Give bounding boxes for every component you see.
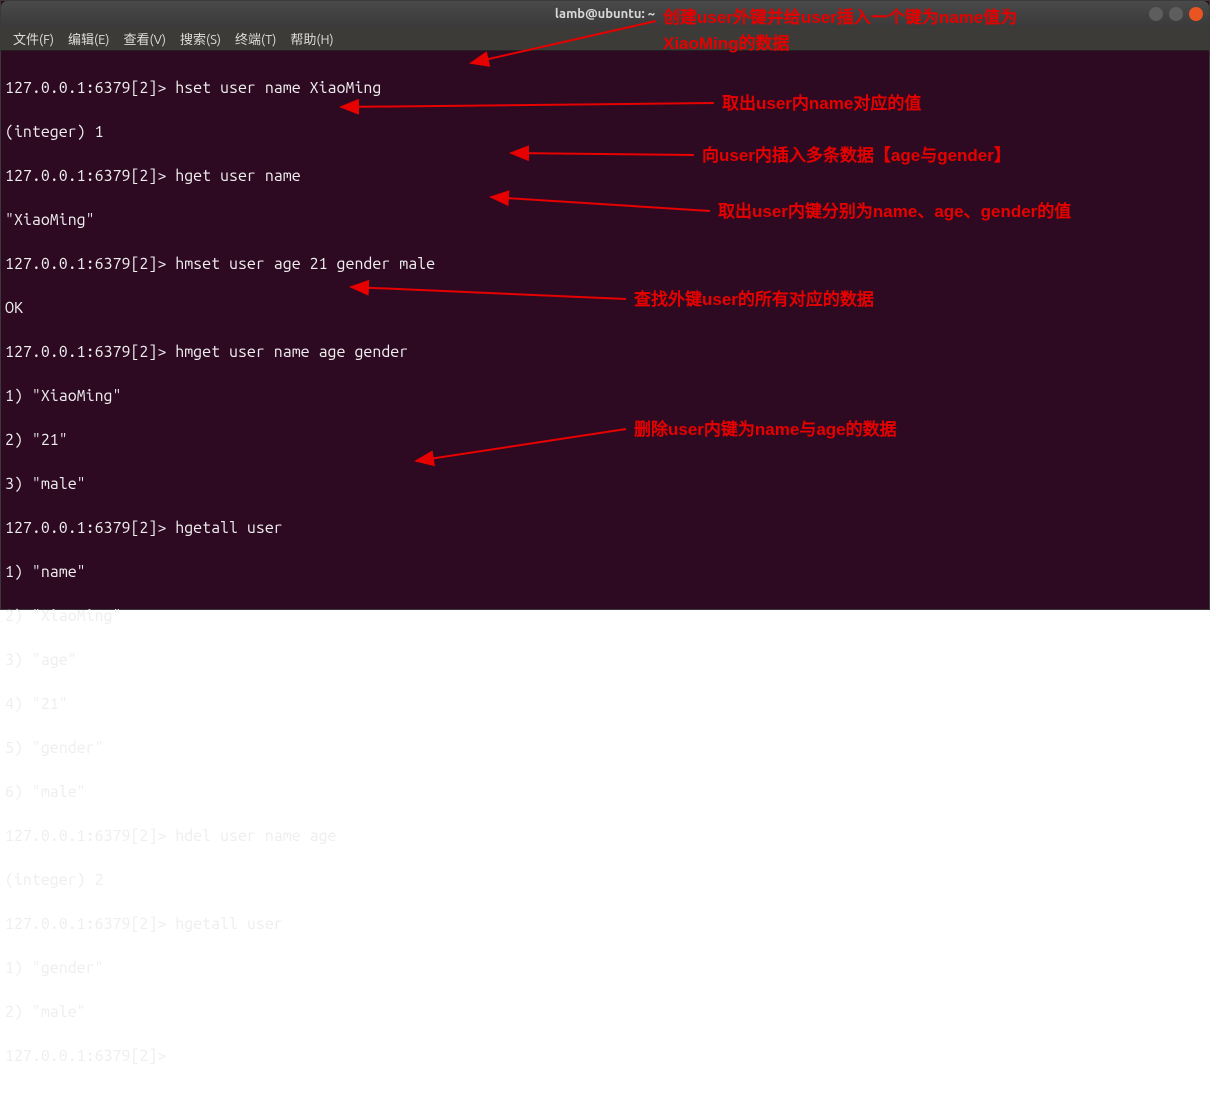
term-line: 1) "gender": [5, 957, 1205, 979]
menu-edit[interactable]: 编辑(E): [62, 27, 115, 50]
term-prompt: 127.0.0.1:6379[2]>: [5, 1047, 175, 1065]
term-line: 2) "21": [5, 429, 1205, 451]
term-line: 6) "male": [5, 781, 1205, 803]
term-line: 127.0.0.1:6379[2]> hmset user age 21 gen…: [5, 253, 1205, 275]
window-controls: [1149, 7, 1203, 21]
term-line: (integer) 2: [5, 869, 1205, 891]
term-line: 5) "gender": [5, 737, 1205, 759]
window-title: lamb@ubuntu: ~: [555, 7, 655, 21]
terminal-window: lamb@ubuntu: ~ 文件(F) 编辑(E) 查看(V) 搜索(S) 终…: [0, 0, 1210, 610]
term-line: 127.0.0.1:6379[2]> hset user name XiaoMi…: [5, 77, 1205, 99]
term-line: 127.0.0.1:6379[2]> hget user name: [5, 165, 1205, 187]
minimize-icon[interactable]: [1149, 7, 1163, 21]
menu-help[interactable]: 帮助(H): [284, 27, 339, 50]
term-line: OK: [5, 297, 1205, 319]
term-line: 1) "name": [5, 561, 1205, 583]
term-line: 2) "male": [5, 1001, 1205, 1023]
terminal-body[interactable]: 127.0.0.1:6379[2]> hset user name XiaoMi…: [1, 51, 1209, 1115]
menu-view[interactable]: 查看(V): [118, 27, 172, 50]
close-icon[interactable]: [1189, 7, 1203, 21]
menu-search[interactable]: 搜索(S): [174, 27, 227, 50]
term-line: 4) "21": [5, 693, 1205, 715]
menubar: 文件(F) 编辑(E) 查看(V) 搜索(S) 终端(T) 帮助(H): [1, 27, 1209, 51]
term-line: 1) "XiaoMing": [5, 385, 1205, 407]
term-line: "XiaoMing": [5, 209, 1205, 231]
term-line: 3) "male": [5, 473, 1205, 495]
term-prompt-line: 127.0.0.1:6379[2]>: [5, 1045, 1205, 1067]
menu-terminal[interactable]: 终端(T): [229, 27, 282, 50]
term-line: (integer) 1: [5, 121, 1205, 143]
term-line: 127.0.0.1:6379[2]> hdel user name age: [5, 825, 1205, 847]
term-line: 127.0.0.1:6379[2]> hgetall user: [5, 913, 1205, 935]
term-line: 127.0.0.1:6379[2]> hgetall user: [5, 517, 1205, 539]
cursor-icon: [175, 1045, 185, 1063]
menu-file[interactable]: 文件(F): [7, 27, 60, 50]
term-line: 127.0.0.1:6379[2]> hmget user name age g…: [5, 341, 1205, 363]
term-line: 2) "XiaoMing": [5, 605, 1205, 627]
titlebar[interactable]: lamb@ubuntu: ~: [1, 1, 1209, 27]
term-line: 3) "age": [5, 649, 1205, 671]
maximize-icon[interactable]: [1169, 7, 1183, 21]
